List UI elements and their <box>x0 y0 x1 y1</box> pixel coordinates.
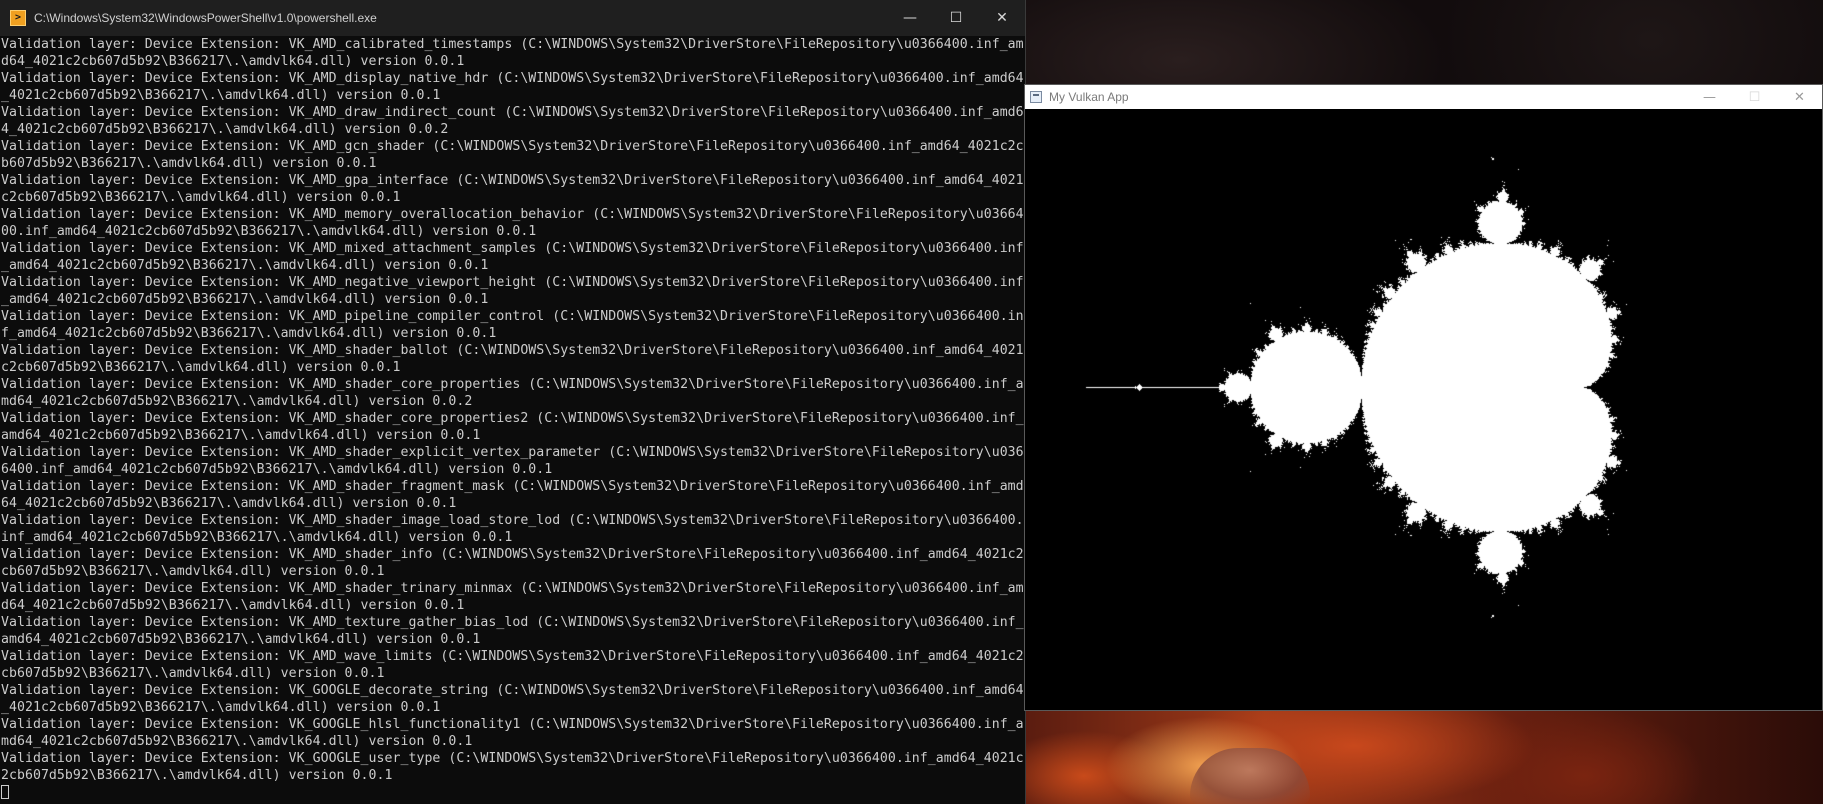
console-line: amd64_4021c2cb607d5b92\B366217\.\amdvlk6… <box>1 428 481 443</box>
console-line: cb607d5b92\B366217\.\amdvlk64.dll) versi… <box>1 666 385 681</box>
console-line: Validation layer: Device Extension: VK_A… <box>1 445 1024 460</box>
console-line: Validation layer: Device Extension: VK_A… <box>1 241 1024 256</box>
console-line: Validation layer: Device Extension: VK_A… <box>1 309 1024 324</box>
console-output[interactable]: Validation layer: Device Extension: VK_A… <box>1 36 1025 804</box>
console-line: _amd64_4021c2cb607d5b92\B366217\.\amdvlk… <box>1 292 489 307</box>
caption-buttons: — ☐ ✕ <box>1687 85 1822 109</box>
console-line: Validation layer: Device Extension: VK_G… <box>1 683 1024 698</box>
maximize-button[interactable]: ☐ <box>1732 85 1777 109</box>
console-line: md64_4021c2cb607d5b92\B366217\.\amdvlk64… <box>1 394 473 409</box>
console-line: 64_4021c2cb607d5b92\B366217\.\amdvlk64.d… <box>1 496 457 511</box>
vulkan-titlebar[interactable]: My Vulkan App — ☐ ✕ <box>1025 85 1822 109</box>
close-icon: ✕ <box>1794 89 1805 105</box>
close-button[interactable]: ✕ <box>1777 85 1822 109</box>
console-line: d64_4021c2cb607d5b92\B366217\.\amdvlk64.… <box>1 598 465 613</box>
window-title: My Vulkan App <box>1049 90 1129 104</box>
close-button[interactable]: ✕ <box>979 0 1025 36</box>
console-line: 2cb607d5b92\B366217\.\amdvlk64.dll) vers… <box>1 768 393 783</box>
console-line: 4_4021c2cb607d5b92\B366217\.\amdvlk64.dl… <box>1 122 449 137</box>
console-line: Validation layer: Device Extension: VK_A… <box>1 411 1024 426</box>
console-line: Validation layer: Device Extension: VK_A… <box>1 173 1024 188</box>
powershell-icon: > <box>10 10 26 26</box>
powershell-window[interactable]: > C:\Windows\System32\WindowsPowerShell\… <box>0 0 1026 804</box>
console-line: Validation layer: Device Extension: VK_A… <box>1 275 1024 290</box>
console-line: _4021c2cb607d5b92\B366217\.\amdvlk64.dll… <box>1 88 441 103</box>
console-line: 00.inf_amd64_4021c2cb607d5b92\B366217\.\… <box>1 224 537 239</box>
window-app-icon <box>1030 91 1042 103</box>
console-line: Validation layer: Device Extension: VK_A… <box>1 615 1024 630</box>
maximize-icon: ☐ <box>1748 89 1761 105</box>
cursor <box>1 785 9 799</box>
console-prompt-line[interactable] <box>1 784 1025 801</box>
console-line: amd64_4021c2cb607d5b92\B366217\.\amdvlk6… <box>1 632 481 647</box>
console-line: Validation layer: Device Extension: VK_A… <box>1 207 1024 222</box>
caption-buttons: — ☐ ✕ <box>887 0 1025 36</box>
console-line: b607d5b92\B366217\.\amdvlk64.dll) versio… <box>1 156 377 171</box>
console-line: Validation layer: Device Extension: VK_A… <box>1 547 1024 562</box>
console-line: Validation layer: Device Extension: VK_A… <box>1 105 1024 120</box>
console-line: md64_4021c2cb607d5b92\B366217\.\amdvlk64… <box>1 734 473 749</box>
wallpaper-fire-area <box>1024 706 1823 804</box>
console-line: f_amd64_4021c2cb607d5b92\B366217\.\amdvl… <box>1 326 497 341</box>
console-line: _amd64_4021c2cb607d5b92\B366217\.\amdvlk… <box>1 258 489 273</box>
console-line: Validation layer: Device Extension: VK_G… <box>1 751 1024 766</box>
console-line: Validation layer: Device Extension: VK_A… <box>1 377 1024 392</box>
console-line: Validation layer: Device Extension: VK_A… <box>1 581 1024 596</box>
console-line: cb607d5b92\B366217\.\amdvlk64.dll) versi… <box>1 564 385 579</box>
console-line: Validation layer: Device Extension: VK_A… <box>1 71 1024 86</box>
console-line: 6400.inf_amd64_4021c2cb607d5b92\B366217\… <box>1 462 553 477</box>
minimize-icon: — <box>1703 89 1716 105</box>
console-line: c2cb607d5b92\B366217\.\amdvlk64.dll) ver… <box>1 360 401 375</box>
close-icon: ✕ <box>996 10 1008 26</box>
powershell-titlebar[interactable]: > C:\Windows\System32\WindowsPowerShell\… <box>0 0 1025 36</box>
maximize-button[interactable]: ☐ <box>933 0 979 36</box>
console-line: Validation layer: Device Extension: VK_A… <box>1 37 1024 52</box>
maximize-icon: ☐ <box>949 10 963 26</box>
console-line: Validation layer: Device Extension: VK_G… <box>1 717 1024 732</box>
minimize-button[interactable]: — <box>1687 85 1732 109</box>
minimize-button[interactable]: — <box>887 0 933 36</box>
console-line: Validation layer: Device Extension: VK_A… <box>1 343 1024 358</box>
console-line: Validation layer: Device Extension: VK_A… <box>1 513 1024 528</box>
console-line: Validation layer: Device Extension: VK_A… <box>1 649 1024 664</box>
console-line: Validation layer: Device Extension: VK_A… <box>1 479 1024 494</box>
window-title: C:\Windows\System32\WindowsPowerShell\v1… <box>34 11 377 25</box>
console-line: inf_amd64_4021c2cb607d5b92\B366217\.\amd… <box>1 530 513 545</box>
minimize-icon: — <box>903 10 917 26</box>
console-line: d64_4021c2cb607d5b92\B366217\.\amdvlk64.… <box>1 54 465 69</box>
console-line: Validation layer: Device Extension: VK_A… <box>1 139 1024 154</box>
vulkan-app-window[interactable]: My Vulkan App — ☐ ✕ <box>1024 84 1823 711</box>
console-line: c2cb607d5b92\B366217\.\amdvlk64.dll) ver… <box>1 190 401 205</box>
mandelbrot-canvas <box>1025 109 1822 710</box>
console-line: _4021c2cb607d5b92\B366217\.\amdvlk64.dll… <box>1 700 441 715</box>
